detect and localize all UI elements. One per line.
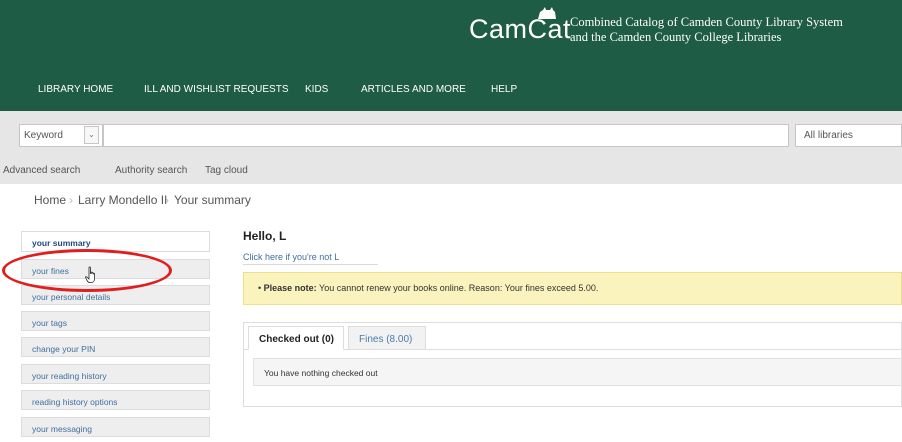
nav-kids[interactable]: KIDS [305,84,328,95]
breadcrumb-user[interactable]: Larry Mondello II [78,193,167,207]
sidebar-item-messaging[interactable]: your messaging [21,417,210,437]
sidebar-item-change-pin[interactable]: change your PIN [21,337,210,357]
search-sub-links: Advanced search Authority search Tag clo… [0,156,902,184]
alert-label: Please note: [263,283,317,293]
nav-ill-wishlist[interactable]: ILL AND WISHLIST REQUESTS [144,84,288,95]
greeting-heading: Hello, L [243,229,287,243]
library-select[interactable]: All libraries [795,124,902,147]
tag-cloud-link[interactable]: Tag cloud [205,165,248,176]
sidebar-item-tags[interactable]: your tags [21,311,210,331]
breadcrumb-home[interactable]: Home [34,193,66,207]
empty-checked-out-message: You have nothing checked out [253,358,902,386]
tab-fines[interactable]: Fines (8.00) [348,326,426,350]
site-header: CamCat Combined Catalog of Camden County… [0,0,902,111]
authority-search-link[interactable]: Authority search [115,165,187,176]
fines-alert: • Please note: You cannot renew your boo… [243,272,902,305]
cat-logo-icon [538,7,556,19]
hand-pointer-icon [85,266,95,283]
site-subtitle: Combined Catalog of Camden County Librar… [570,15,843,45]
search-input[interactable] [103,124,789,147]
nav-articles[interactable]: ARTICLES AND MORE [361,84,466,95]
not-you-link[interactable]: Click here if you're not L [243,252,339,262]
site-subtitle-line2: and the Camden County College Libraries [570,30,782,44]
alert-text: You cannot renew your books online. Reas… [319,283,599,293]
chevron-down-icon[interactable]: ⌄ [84,126,99,144]
breadcrumb-separator: › [69,193,73,207]
breadcrumb-separator: › [165,193,169,207]
sidebar-item-reading-history[interactable]: your reading history [21,364,210,384]
main-nav: LIBRARY HOME ILL AND WISHLIST REQUESTS K… [0,80,902,102]
nav-help[interactable]: HELP [491,84,517,95]
sidebar-item-reading-history-options[interactable]: reading history options [21,390,210,410]
site-subtitle-line1: Combined Catalog of Camden County Librar… [570,15,843,29]
breadcrumb-current: Your summary [174,193,251,207]
advanced-search-link[interactable]: Advanced search [3,165,80,176]
nav-library-home[interactable]: LIBRARY HOME [38,84,113,95]
sidebar-item-summary[interactable]: your summary [21,231,210,252]
divider [243,264,378,265]
tab-checked-out[interactable]: Checked out (0) [248,326,344,350]
